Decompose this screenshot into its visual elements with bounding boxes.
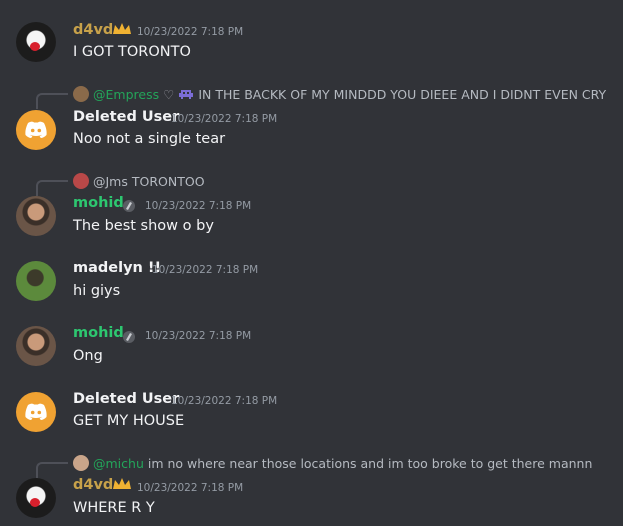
crown-icon bbox=[113, 23, 131, 34]
avatar bbox=[73, 173, 89, 189]
username[interactable]: Deleted User bbox=[73, 109, 179, 125]
reply-connector bbox=[36, 93, 68, 109]
reply-text[interactable]: TORONTOO bbox=[132, 174, 205, 189]
username[interactable]: d4vd bbox=[73, 477, 113, 493]
username[interactable]: mohid bbox=[73, 325, 124, 341]
username[interactable]: mohid bbox=[73, 195, 124, 211]
discord-icon bbox=[25, 403, 47, 420]
reply-mention[interactable]: @Empress bbox=[93, 87, 159, 102]
avatar bbox=[73, 455, 89, 471]
reply-connector bbox=[36, 180, 68, 196]
username[interactable]: madelyn !! bbox=[73, 260, 161, 276]
avatar[interactable] bbox=[16, 478, 56, 518]
reply-connector bbox=[36, 462, 68, 478]
message-text: WHERE R Y bbox=[73, 500, 155, 516]
reply-text[interactable]: IN THE BACKK OF MY MINDDD YOU DIEEE AND … bbox=[198, 87, 606, 102]
timestamp: 10/23/2022 7:18 PM bbox=[137, 482, 244, 494]
reply-preview[interactable]: @michu im no where near those locations … bbox=[73, 455, 592, 471]
message-text: hi giys bbox=[73, 283, 121, 299]
reply-mention[interactable]: @Jms bbox=[93, 174, 128, 189]
discord-icon bbox=[25, 121, 47, 138]
avatar[interactable] bbox=[16, 22, 56, 62]
timestamp: 10/23/2022 7:18 PM bbox=[145, 200, 252, 212]
avatar[interactable] bbox=[16, 196, 56, 236]
space-invader-icon bbox=[179, 90, 194, 99]
reply-mention[interactable]: @michu bbox=[93, 456, 144, 471]
role-icon bbox=[123, 331, 135, 343]
message-text: Ong bbox=[73, 348, 103, 364]
avatar[interactable] bbox=[16, 326, 56, 366]
username[interactable]: Deleted User bbox=[73, 391, 179, 407]
timestamp: 10/23/2022 7:18 PM bbox=[137, 26, 244, 38]
avatar bbox=[73, 86, 89, 102]
reply-preview[interactable]: @Jms TORONTOO bbox=[73, 173, 205, 189]
avatar[interactable] bbox=[16, 110, 56, 150]
message-text: The best show o by bbox=[73, 218, 214, 234]
timestamp: 10/23/2022 7:18 PM bbox=[152, 264, 259, 276]
message-text: I GOT TORONTO bbox=[73, 44, 191, 60]
avatar[interactable] bbox=[16, 392, 56, 432]
role-icon bbox=[123, 200, 135, 212]
message-text: Noo not a single tear bbox=[73, 131, 226, 147]
reply-text[interactable]: im no where near those locations and im … bbox=[148, 456, 593, 471]
heart-icon: ♡ bbox=[163, 86, 175, 102]
username[interactable]: d4vd bbox=[73, 22, 113, 38]
timestamp: 10/23/2022 7:18 PM bbox=[171, 113, 278, 125]
timestamp: 10/23/2022 7:18 PM bbox=[171, 395, 278, 407]
crown-icon bbox=[113, 478, 131, 489]
timestamp: 10/23/2022 7:18 PM bbox=[145, 330, 252, 342]
message-text: GET MY HOUSE bbox=[73, 413, 185, 429]
reply-preview[interactable]: @Empress ♡ IN THE BACKK OF MY MINDDD YOU… bbox=[73, 86, 606, 102]
avatar[interactable] bbox=[16, 261, 56, 301]
